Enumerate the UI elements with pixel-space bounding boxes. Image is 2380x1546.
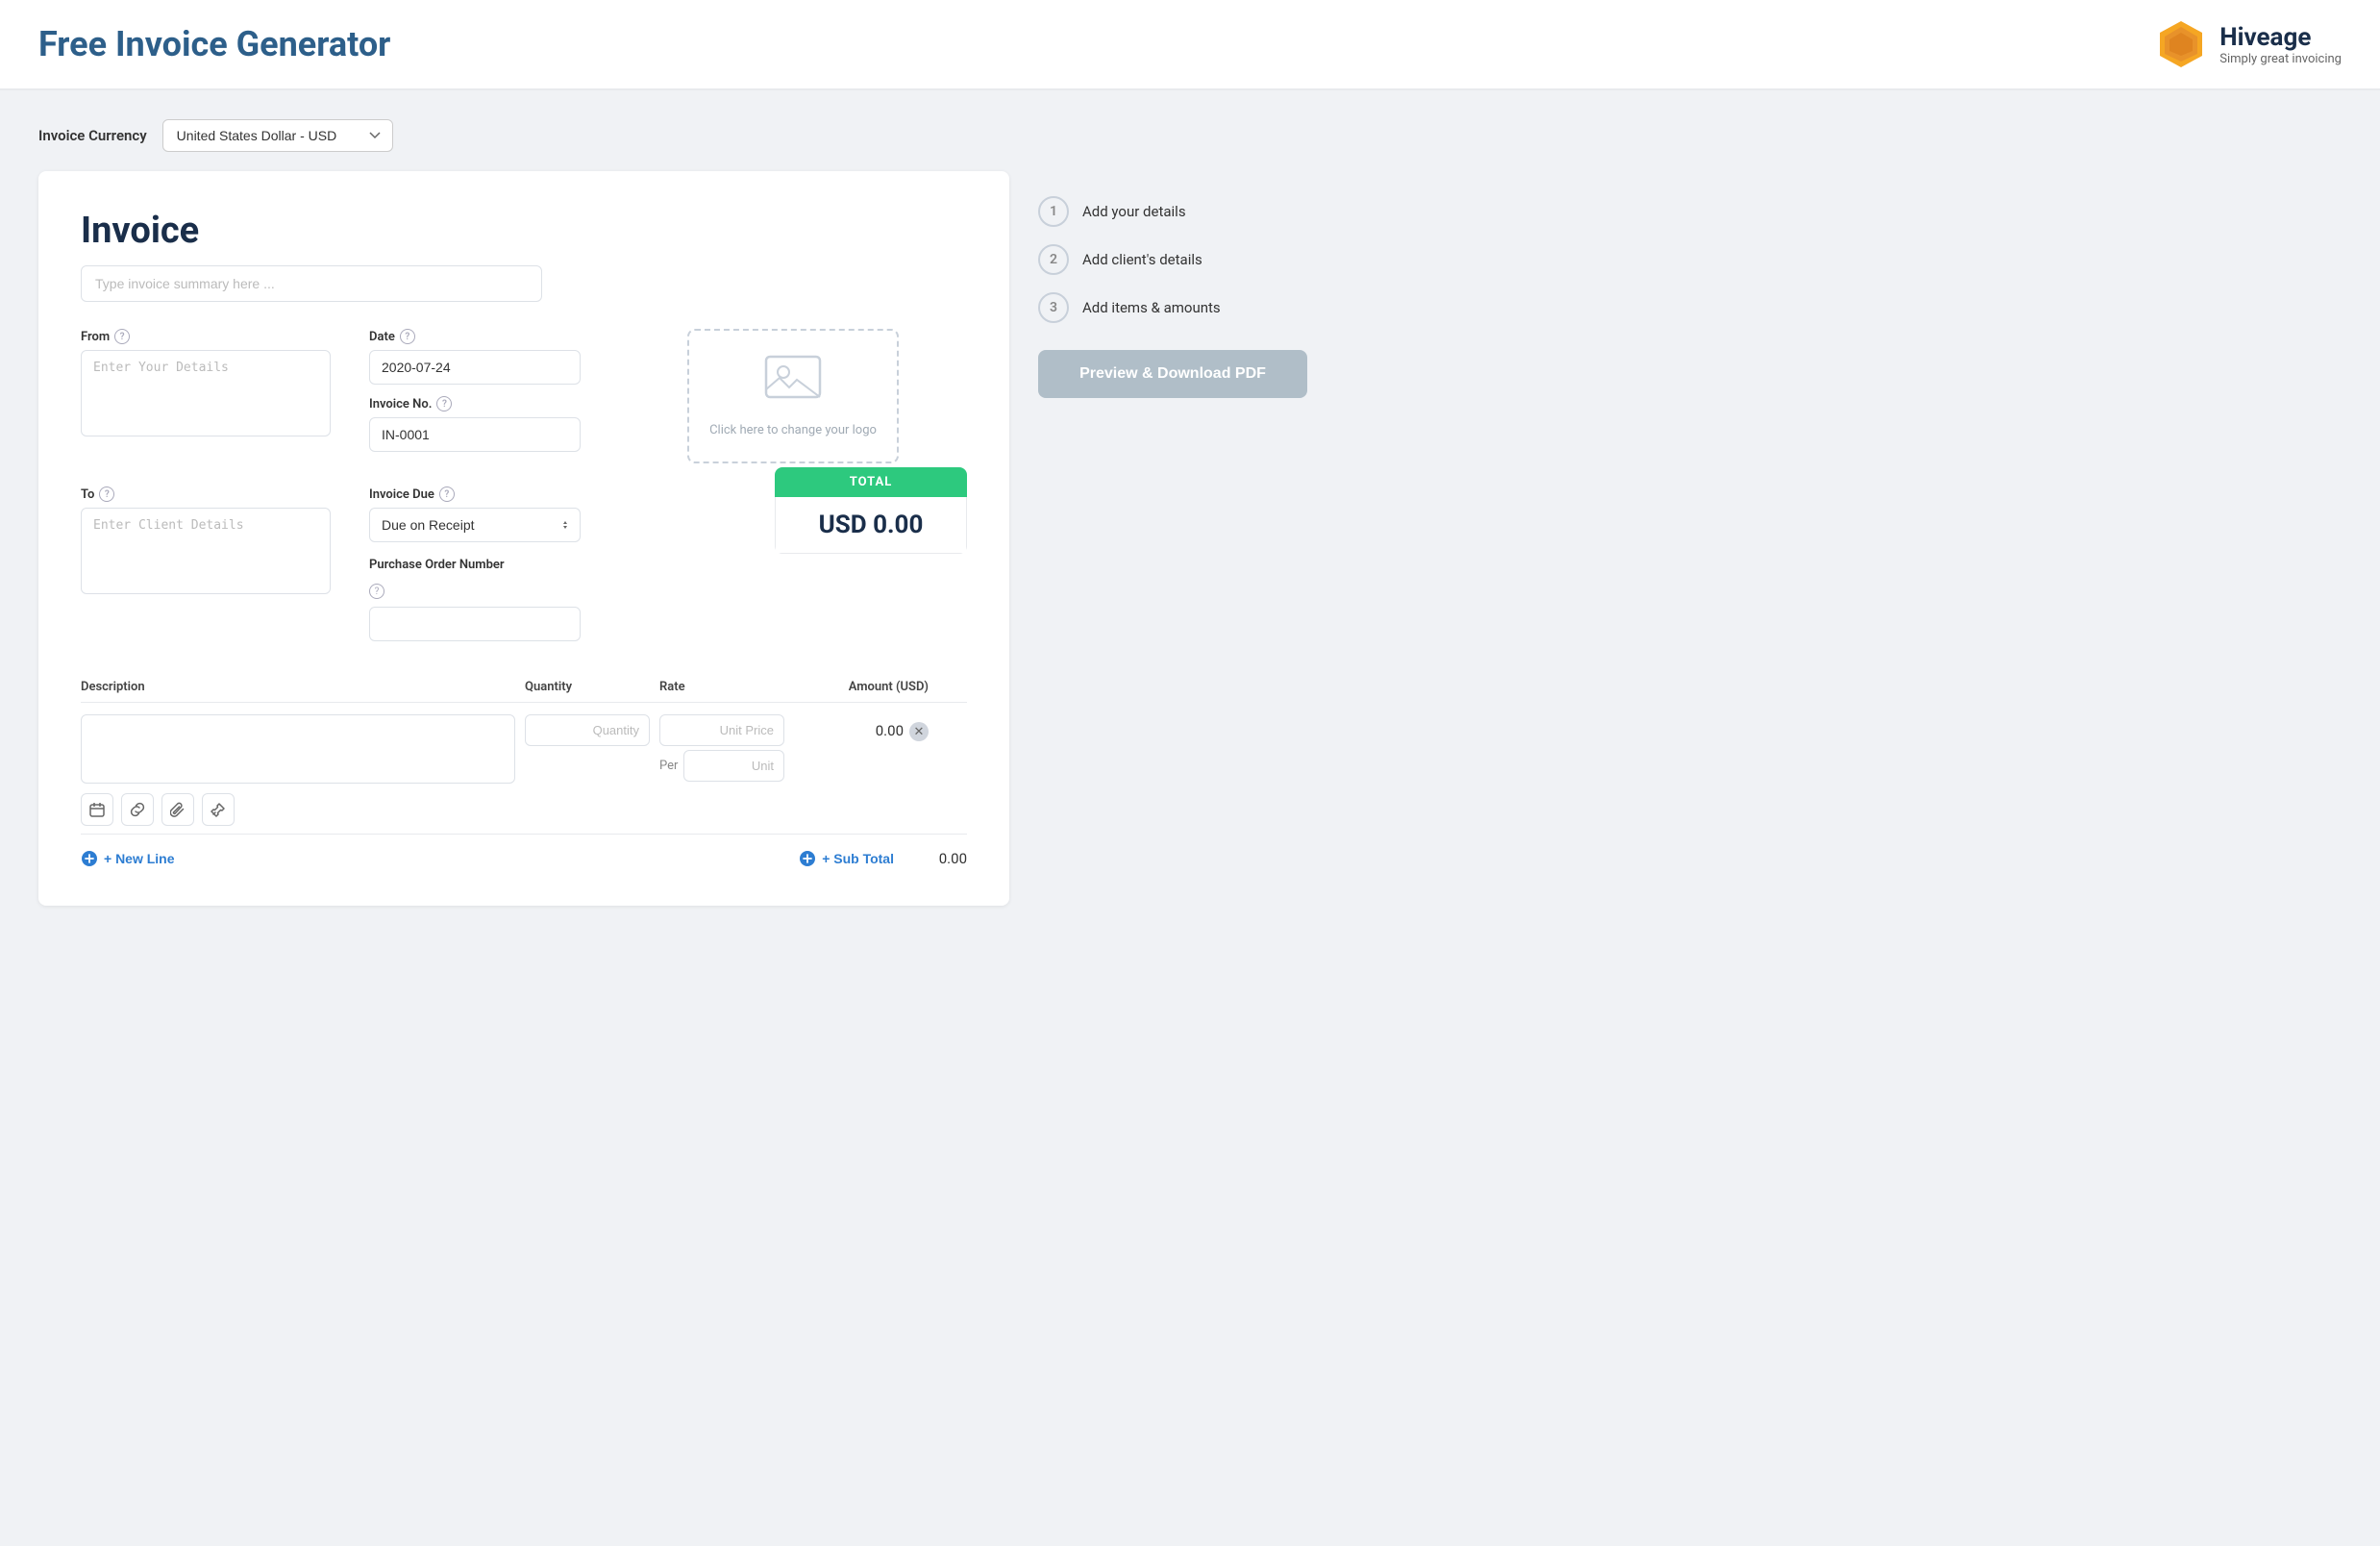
step-number-1: 1 bbox=[1038, 196, 1069, 227]
image-placeholder-icon bbox=[764, 355, 822, 413]
subtotal-value: 0.00 bbox=[909, 850, 967, 867]
col-amount-header: Amount (USD) bbox=[794, 680, 929, 694]
page-header: Free Invoice Generator Hiveage Simply gr… bbox=[0, 0, 2380, 90]
page-title: Free Invoice Generator bbox=[38, 24, 390, 64]
col-quantity-header: Quantity bbox=[525, 680, 650, 694]
line-item-row: Per 0.00 ✕ bbox=[81, 714, 967, 826]
left-column: Invoice Currency United States Dollar - … bbox=[38, 119, 1009, 906]
to-help-icon[interactable]: ? bbox=[99, 486, 114, 502]
link-icon bbox=[130, 802, 145, 817]
remove-line-btn[interactable]: ✕ bbox=[909, 722, 929, 741]
brand-tagline: Simply great invoicing bbox=[2219, 52, 2342, 66]
from-details-input[interactable] bbox=[81, 350, 331, 436]
brand-logo: Hiveage Simply great invoicing bbox=[2154, 17, 2342, 71]
steps-list: 1 Add your details 2 Add client's detail… bbox=[1038, 196, 1307, 323]
col-description-header: Description bbox=[81, 680, 515, 694]
po-section: Purchase Order Number ? bbox=[369, 558, 581, 653]
from-section: From ? bbox=[81, 329, 331, 463]
rate-cell: Per bbox=[659, 714, 784, 782]
invoice-due-section: Invoice Due ? Due on Receipt Net 15 Net … bbox=[369, 486, 581, 653]
unit-price-input[interactable] bbox=[659, 714, 784, 746]
date-label: Date ? bbox=[369, 329, 581, 344]
logo-section: Click here to change your logo bbox=[619, 329, 967, 463]
to-label: To ? bbox=[81, 486, 331, 502]
step-number-2: 2 bbox=[1038, 244, 1069, 275]
invoice-due-help-icon[interactable]: ? bbox=[439, 486, 455, 502]
link-toolbar-btn[interactable] bbox=[121, 793, 154, 826]
plus-circle-icon-2 bbox=[799, 850, 816, 867]
calendar-icon bbox=[89, 802, 105, 817]
description-input[interactable] bbox=[81, 714, 515, 784]
calendar-toolbar-btn[interactable] bbox=[81, 793, 113, 826]
total-section: TOTAL USD 0.00 bbox=[619, 486, 967, 554]
to-section: To ? bbox=[81, 486, 331, 598]
main-layout: Invoice Currency United States Dollar - … bbox=[0, 90, 1346, 935]
from-help-icon[interactable]: ? bbox=[114, 329, 130, 344]
date-input[interactable] bbox=[369, 350, 581, 385]
logo-upload-box[interactable]: Click here to change your logo bbox=[687, 329, 899, 463]
per-unit-row: Per bbox=[659, 750, 784, 782]
attachment-toolbar-btn[interactable] bbox=[161, 793, 194, 826]
subtotal-area: + Sub Total 0.00 bbox=[799, 850, 967, 867]
step-item-2: 2 Add client's details bbox=[1038, 244, 1307, 275]
invoice-no-label: Invoice No. ? bbox=[369, 396, 581, 411]
pin-toolbar-btn[interactable] bbox=[202, 793, 235, 826]
step-item-1: 1 Add your details bbox=[1038, 196, 1307, 227]
line-items-header: Description Quantity Rate Amount (USD) bbox=[81, 680, 967, 703]
attachment-icon bbox=[170, 802, 186, 817]
invoice-card: Invoice From ? Date ? bbox=[38, 171, 1009, 906]
date-help-icon[interactable]: ? bbox=[400, 329, 415, 344]
preview-download-button[interactable]: Preview & Download PDF bbox=[1038, 350, 1307, 398]
subtotal-button[interactable]: + Sub Total bbox=[799, 850, 894, 867]
col-rate-header: Rate bbox=[659, 680, 784, 694]
amount-cell: 0.00 ✕ bbox=[794, 714, 929, 741]
invoice-due-select[interactable]: Due on Receipt Net 15 Net 30 Net 60 Cust… bbox=[369, 508, 581, 542]
hiveage-logo-icon bbox=[2154, 17, 2208, 71]
invoice-no-input[interactable] bbox=[369, 417, 581, 452]
item-toolbar bbox=[81, 793, 515, 826]
date-invoice-section: Date ? Invoice No. ? bbox=[369, 329, 581, 463]
currency-select[interactable]: United States Dollar - USD Euro - EUR Br… bbox=[162, 119, 393, 152]
step-number-3: 3 bbox=[1038, 292, 1069, 323]
step-text-2: Add client's details bbox=[1082, 251, 1202, 268]
subtotal-label: + Sub Total bbox=[822, 851, 894, 866]
brand-name-area: Hiveage Simply great invoicing bbox=[2219, 23, 2342, 66]
step-text-1: Add your details bbox=[1082, 203, 1186, 220]
quantity-cell bbox=[525, 714, 650, 746]
unit-input[interactable] bbox=[683, 750, 784, 782]
invoice-middle-section: To ? Invoice Due ? Due on Receipt Net 15… bbox=[81, 486, 967, 653]
invoice-top-section: From ? Date ? Invoice No. ? bbox=[81, 329, 967, 463]
new-line-label: + New Line bbox=[104, 851, 175, 866]
step-item-3: 3 Add items & amounts bbox=[1038, 292, 1307, 323]
total-value: USD 0.00 bbox=[775, 497, 967, 554]
currency-label: Invoice Currency bbox=[38, 127, 147, 144]
po-help-icon[interactable]: ? bbox=[369, 584, 384, 599]
invoice-footer: + New Line + Sub Total 0.00 bbox=[81, 834, 967, 867]
total-label: TOTAL bbox=[775, 467, 967, 497]
description-cell bbox=[81, 714, 515, 826]
logo-upload-text: Click here to change your logo bbox=[709, 423, 877, 437]
from-label: From ? bbox=[81, 329, 331, 344]
step-text-3: Add items & amounts bbox=[1082, 299, 1221, 316]
invoice-no-help-icon[interactable]: ? bbox=[436, 396, 452, 411]
po-input[interactable] bbox=[369, 607, 581, 641]
invoice-heading: Invoice bbox=[81, 210, 967, 252]
per-label: Per bbox=[659, 759, 678, 773]
po-label: Purchase Order Number bbox=[369, 558, 581, 572]
invoice-summary-input[interactable] bbox=[81, 265, 542, 302]
total-box: TOTAL USD 0.00 bbox=[775, 467, 967, 554]
plus-circle-icon bbox=[81, 850, 98, 867]
pin-icon bbox=[211, 802, 226, 817]
quantity-input[interactable] bbox=[525, 714, 650, 746]
right-sidebar: 1 Add your details 2 Add client's detail… bbox=[1038, 119, 1307, 906]
currency-bar: Invoice Currency United States Dollar - … bbox=[38, 119, 1009, 152]
to-details-input[interactable] bbox=[81, 508, 331, 594]
invoice-due-label: Invoice Due ? bbox=[369, 486, 581, 502]
line-items-section: Description Quantity Rate Amount (USD) bbox=[81, 680, 967, 867]
line-amount-value: 0.00 bbox=[876, 722, 904, 739]
brand-name: Hiveage bbox=[2219, 23, 2342, 52]
new-line-button[interactable]: + New Line bbox=[81, 850, 175, 867]
